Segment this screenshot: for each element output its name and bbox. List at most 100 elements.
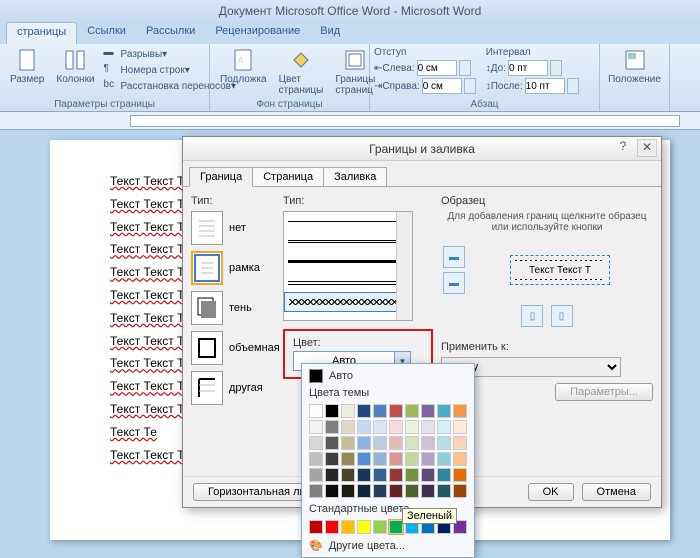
color-swatch[interactable] — [453, 484, 467, 498]
color-swatch[interactable] — [405, 452, 419, 466]
color-swatch[interactable] — [309, 484, 323, 498]
color-swatch[interactable] — [437, 468, 451, 482]
color-swatch[interactable] — [373, 436, 387, 450]
cancel-button[interactable]: Отмена — [582, 483, 651, 501]
style-list[interactable] — [283, 211, 413, 321]
ribbon-tab-pagelayout[interactable]: страницы — [6, 22, 77, 44]
ribbon-tab-review[interactable]: Рецензирование — [205, 22, 310, 44]
color-swatch[interactable] — [309, 404, 323, 418]
color-swatch[interactable] — [325, 420, 339, 434]
color-swatch[interactable] — [421, 420, 435, 434]
color-swatch[interactable] — [405, 484, 419, 498]
ok-button[interactable]: OK — [528, 483, 574, 501]
color-swatch[interactable] — [325, 404, 339, 418]
color-swatch[interactable] — [373, 468, 387, 482]
color-swatch[interactable] — [325, 520, 339, 534]
color-swatch[interactable] — [373, 420, 387, 434]
color-swatch[interactable] — [373, 484, 387, 498]
color-swatch[interactable] — [453, 420, 467, 434]
color-swatch[interactable] — [405, 404, 419, 418]
color-swatch[interactable] — [389, 452, 403, 466]
ribbon-tab-references[interactable]: Ссылки — [77, 22, 136, 44]
setting-3d[interactable]: объемная — [191, 331, 283, 365]
color-swatch[interactable] — [357, 436, 371, 450]
color-swatch[interactable] — [389, 484, 403, 498]
color-swatch[interactable] — [437, 452, 451, 466]
color-swatch[interactable] — [453, 468, 467, 482]
color-swatch[interactable] — [421, 452, 435, 466]
color-swatch[interactable] — [341, 520, 355, 534]
color-swatch[interactable] — [357, 468, 371, 482]
color-swatch[interactable] — [341, 484, 355, 498]
setting-custom[interactable]: другая — [191, 371, 283, 405]
color-swatch[interactable] — [389, 404, 403, 418]
color-swatch[interactable] — [341, 468, 355, 482]
setting-none[interactable]: нет — [191, 211, 283, 245]
color-swatch[interactable] — [357, 452, 371, 466]
color-swatch[interactable] — [405, 436, 419, 450]
color-swatch[interactable] — [405, 468, 419, 482]
color-swatch[interactable] — [325, 436, 339, 450]
spinner[interactable] — [459, 60, 471, 76]
border-left-button[interactable]: ▯ — [521, 305, 543, 327]
indent-right-input[interactable] — [422, 78, 462, 94]
close-button[interactable]: ✕ — [637, 139, 657, 157]
color-swatch[interactable] — [389, 520, 403, 534]
spinner[interactable] — [550, 60, 562, 76]
spacing-before-input[interactable] — [508, 60, 548, 76]
color-swatch[interactable] — [325, 468, 339, 482]
color-swatch[interactable] — [357, 520, 371, 534]
color-swatch[interactable] — [421, 484, 435, 498]
color-swatch[interactable] — [405, 420, 419, 434]
size-button[interactable]: Размер — [4, 46, 50, 94]
spacing-after-input[interactable] — [525, 78, 565, 94]
color-swatch[interactable] — [357, 420, 371, 434]
page-color-button[interactable]: Цвет страницы — [273, 46, 330, 98]
spinner[interactable] — [464, 78, 476, 94]
other-colors[interactable]: 🎨Другие цвета... — [305, 537, 471, 554]
setting-box[interactable]: рамка — [191, 251, 283, 285]
color-swatch[interactable] — [309, 452, 323, 466]
color-swatch[interactable] — [357, 404, 371, 418]
color-swatch[interactable] — [373, 520, 387, 534]
color-swatch[interactable] — [421, 436, 435, 450]
ribbon-tab-view[interactable]: Вид — [310, 22, 350, 44]
help-button[interactable]: ? — [613, 139, 633, 157]
color-swatch[interactable] — [357, 484, 371, 498]
border-top-button[interactable]: ▬ — [443, 246, 465, 268]
color-swatch[interactable] — [389, 420, 403, 434]
color-swatch[interactable] — [341, 452, 355, 466]
color-swatch[interactable] — [453, 436, 467, 450]
setting-shadow[interactable]: тень — [191, 291, 283, 325]
color-swatch[interactable] — [437, 420, 451, 434]
color-swatch[interactable] — [325, 484, 339, 498]
border-right-button[interactable]: ▯ — [551, 305, 573, 327]
indent-left-input[interactable] — [417, 60, 457, 76]
color-swatch[interactable] — [341, 404, 355, 418]
scrollbar[interactable] — [396, 212, 412, 320]
spinner[interactable] — [567, 78, 579, 94]
position-button[interactable]: Положение — [604, 46, 665, 87]
color-swatch[interactable] — [309, 520, 323, 534]
color-swatch[interactable] — [373, 404, 387, 418]
watermark-button[interactable]: AПодложка — [214, 46, 273, 98]
color-swatch[interactable] — [421, 404, 435, 418]
ribbon-tab-mailings[interactable]: Рассылки — [136, 22, 205, 44]
color-swatch[interactable] — [437, 404, 451, 418]
color-swatch[interactable] — [437, 484, 451, 498]
color-swatch[interactable] — [389, 436, 403, 450]
color-swatch[interactable] — [373, 452, 387, 466]
color-swatch[interactable] — [421, 468, 435, 482]
color-auto[interactable]: Авто — [305, 367, 471, 385]
color-swatch[interactable] — [389, 468, 403, 482]
color-swatch[interactable] — [453, 404, 467, 418]
color-swatch[interactable] — [453, 452, 467, 466]
border-bottom-button[interactable]: ▬ — [443, 272, 465, 294]
color-swatch[interactable] — [341, 420, 355, 434]
color-swatch[interactable] — [309, 420, 323, 434]
tab-border[interactable]: Граница — [189, 167, 253, 187]
color-swatch[interactable] — [309, 468, 323, 482]
tab-shading[interactable]: Заливка — [323, 167, 387, 187]
color-swatch[interactable] — [309, 436, 323, 450]
color-swatch[interactable] — [341, 436, 355, 450]
